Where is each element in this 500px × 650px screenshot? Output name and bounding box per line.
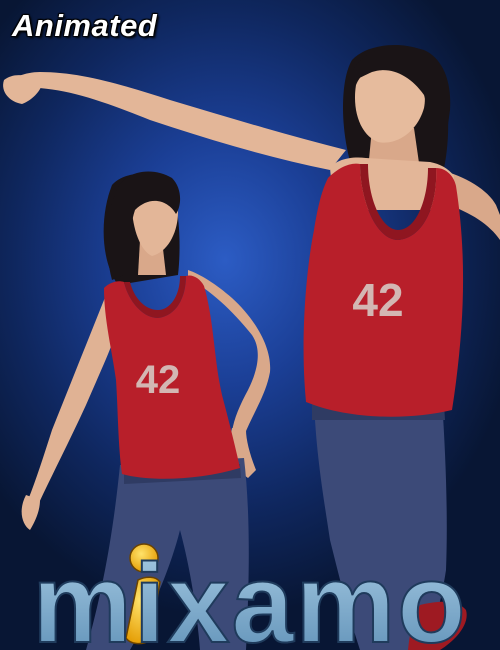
logo-wordmark: mixamo	[32, 541, 467, 650]
right-shirt-number: 42	[352, 274, 403, 326]
animated-badge: Animated	[12, 8, 158, 43]
left-shirt-number: 42	[136, 358, 181, 402]
product-promo-image: 42 42 Animated mixamo	[0, 0, 500, 650]
mixamo-logo: mixamo	[31, 540, 467, 650]
